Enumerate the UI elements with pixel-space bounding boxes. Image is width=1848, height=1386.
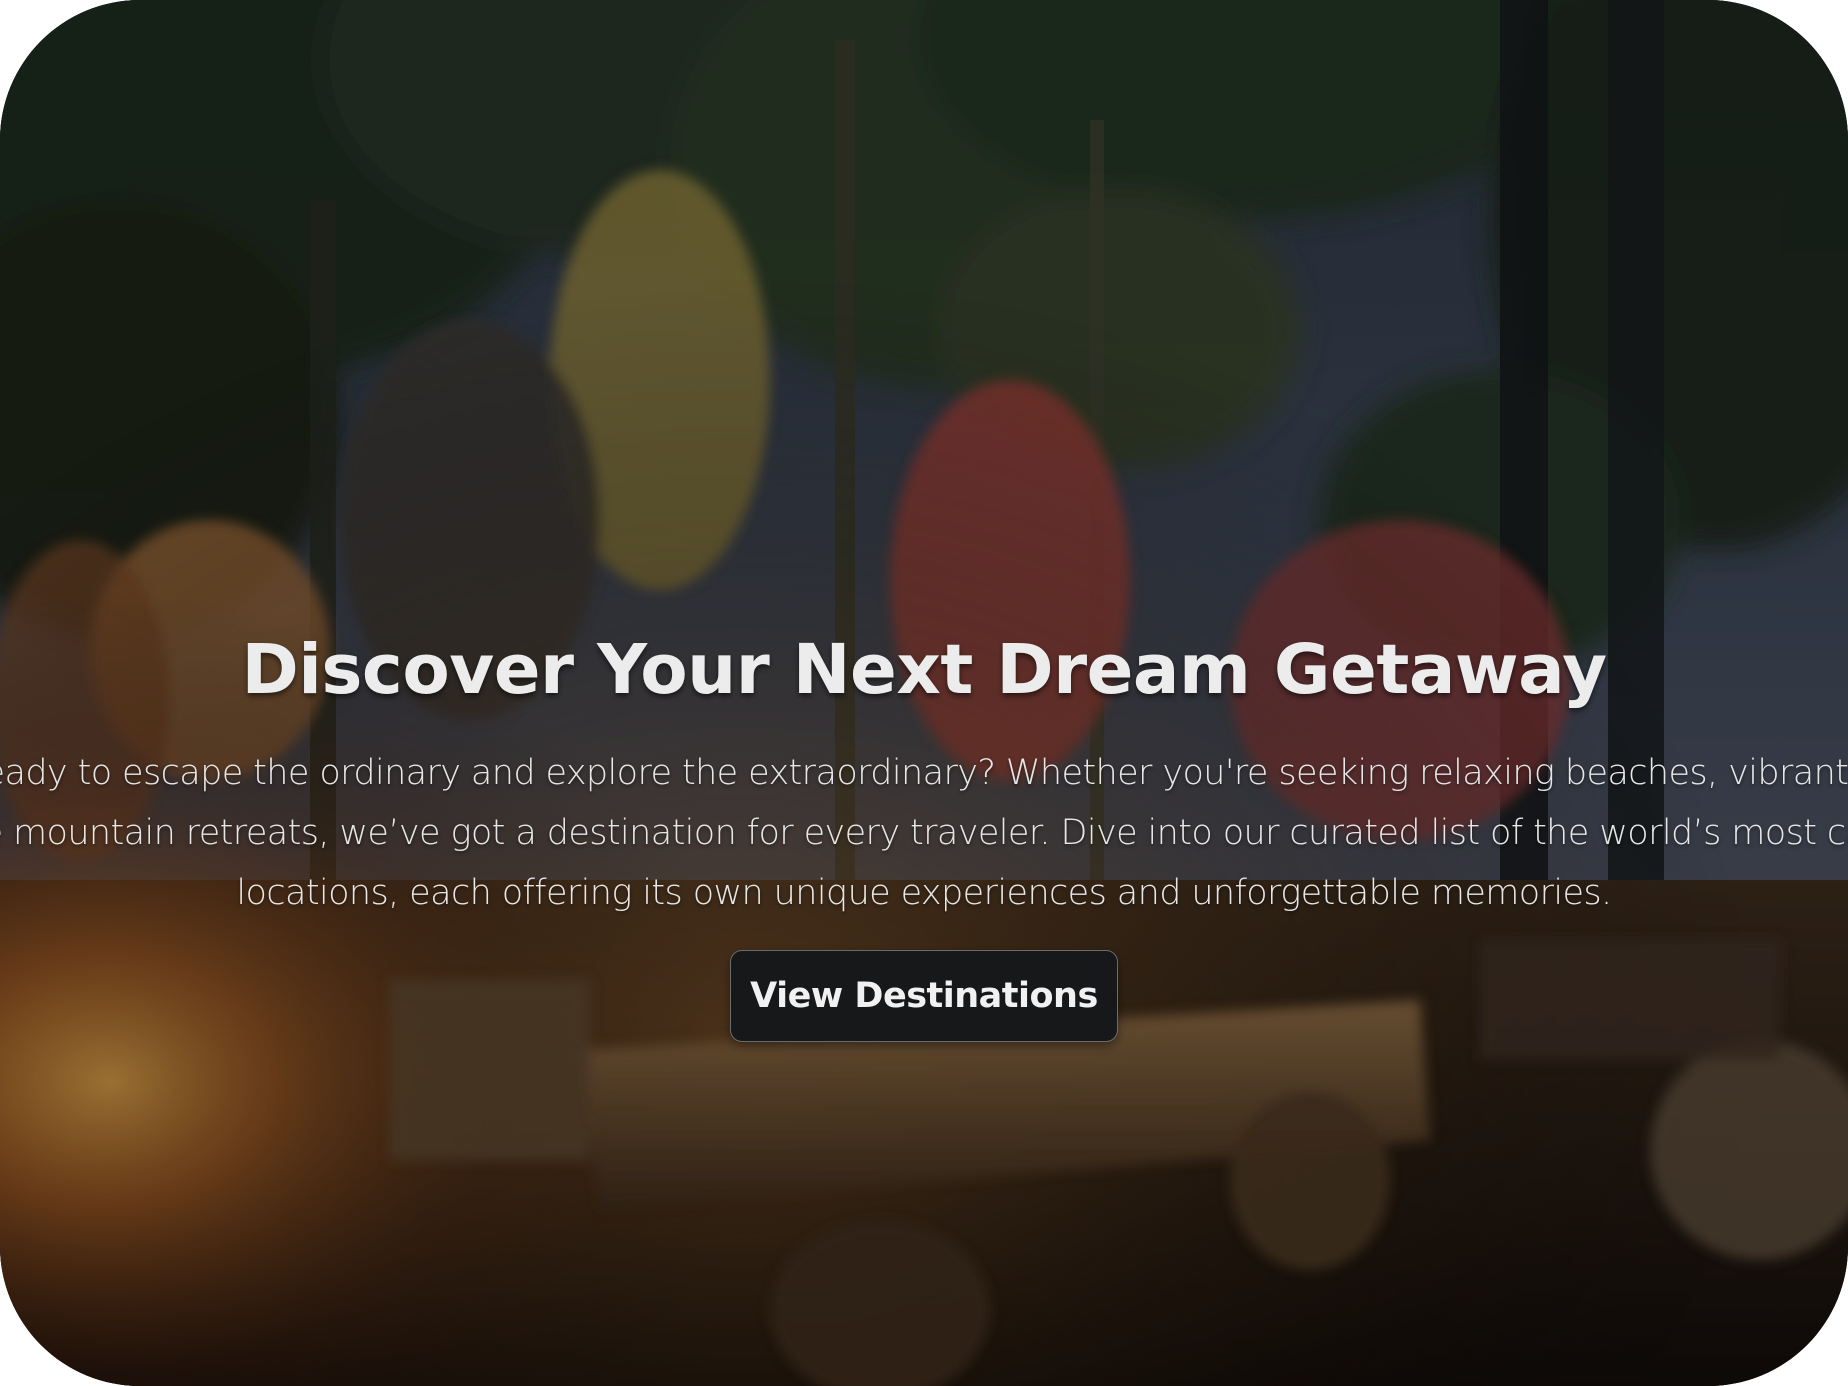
hero-section: Discover Your Next Dream Getaway Ready t…	[0, 0, 1848, 1386]
hero-title: Discover Your Next Dream Getaway	[241, 630, 1607, 710]
view-destinations-button[interactable]: View Destinations	[730, 950, 1118, 1042]
hero-description-line: Ready to escape the ordinary and explore…	[0, 753, 1848, 793]
hero-description-line: he mountain retreats, we’ve got a destin…	[0, 813, 1848, 853]
hero-description: Ready to escape the ordinary and explore…	[0, 743, 1848, 923]
hero-description-line: locations, each offering its own unique …	[236, 873, 1612, 913]
